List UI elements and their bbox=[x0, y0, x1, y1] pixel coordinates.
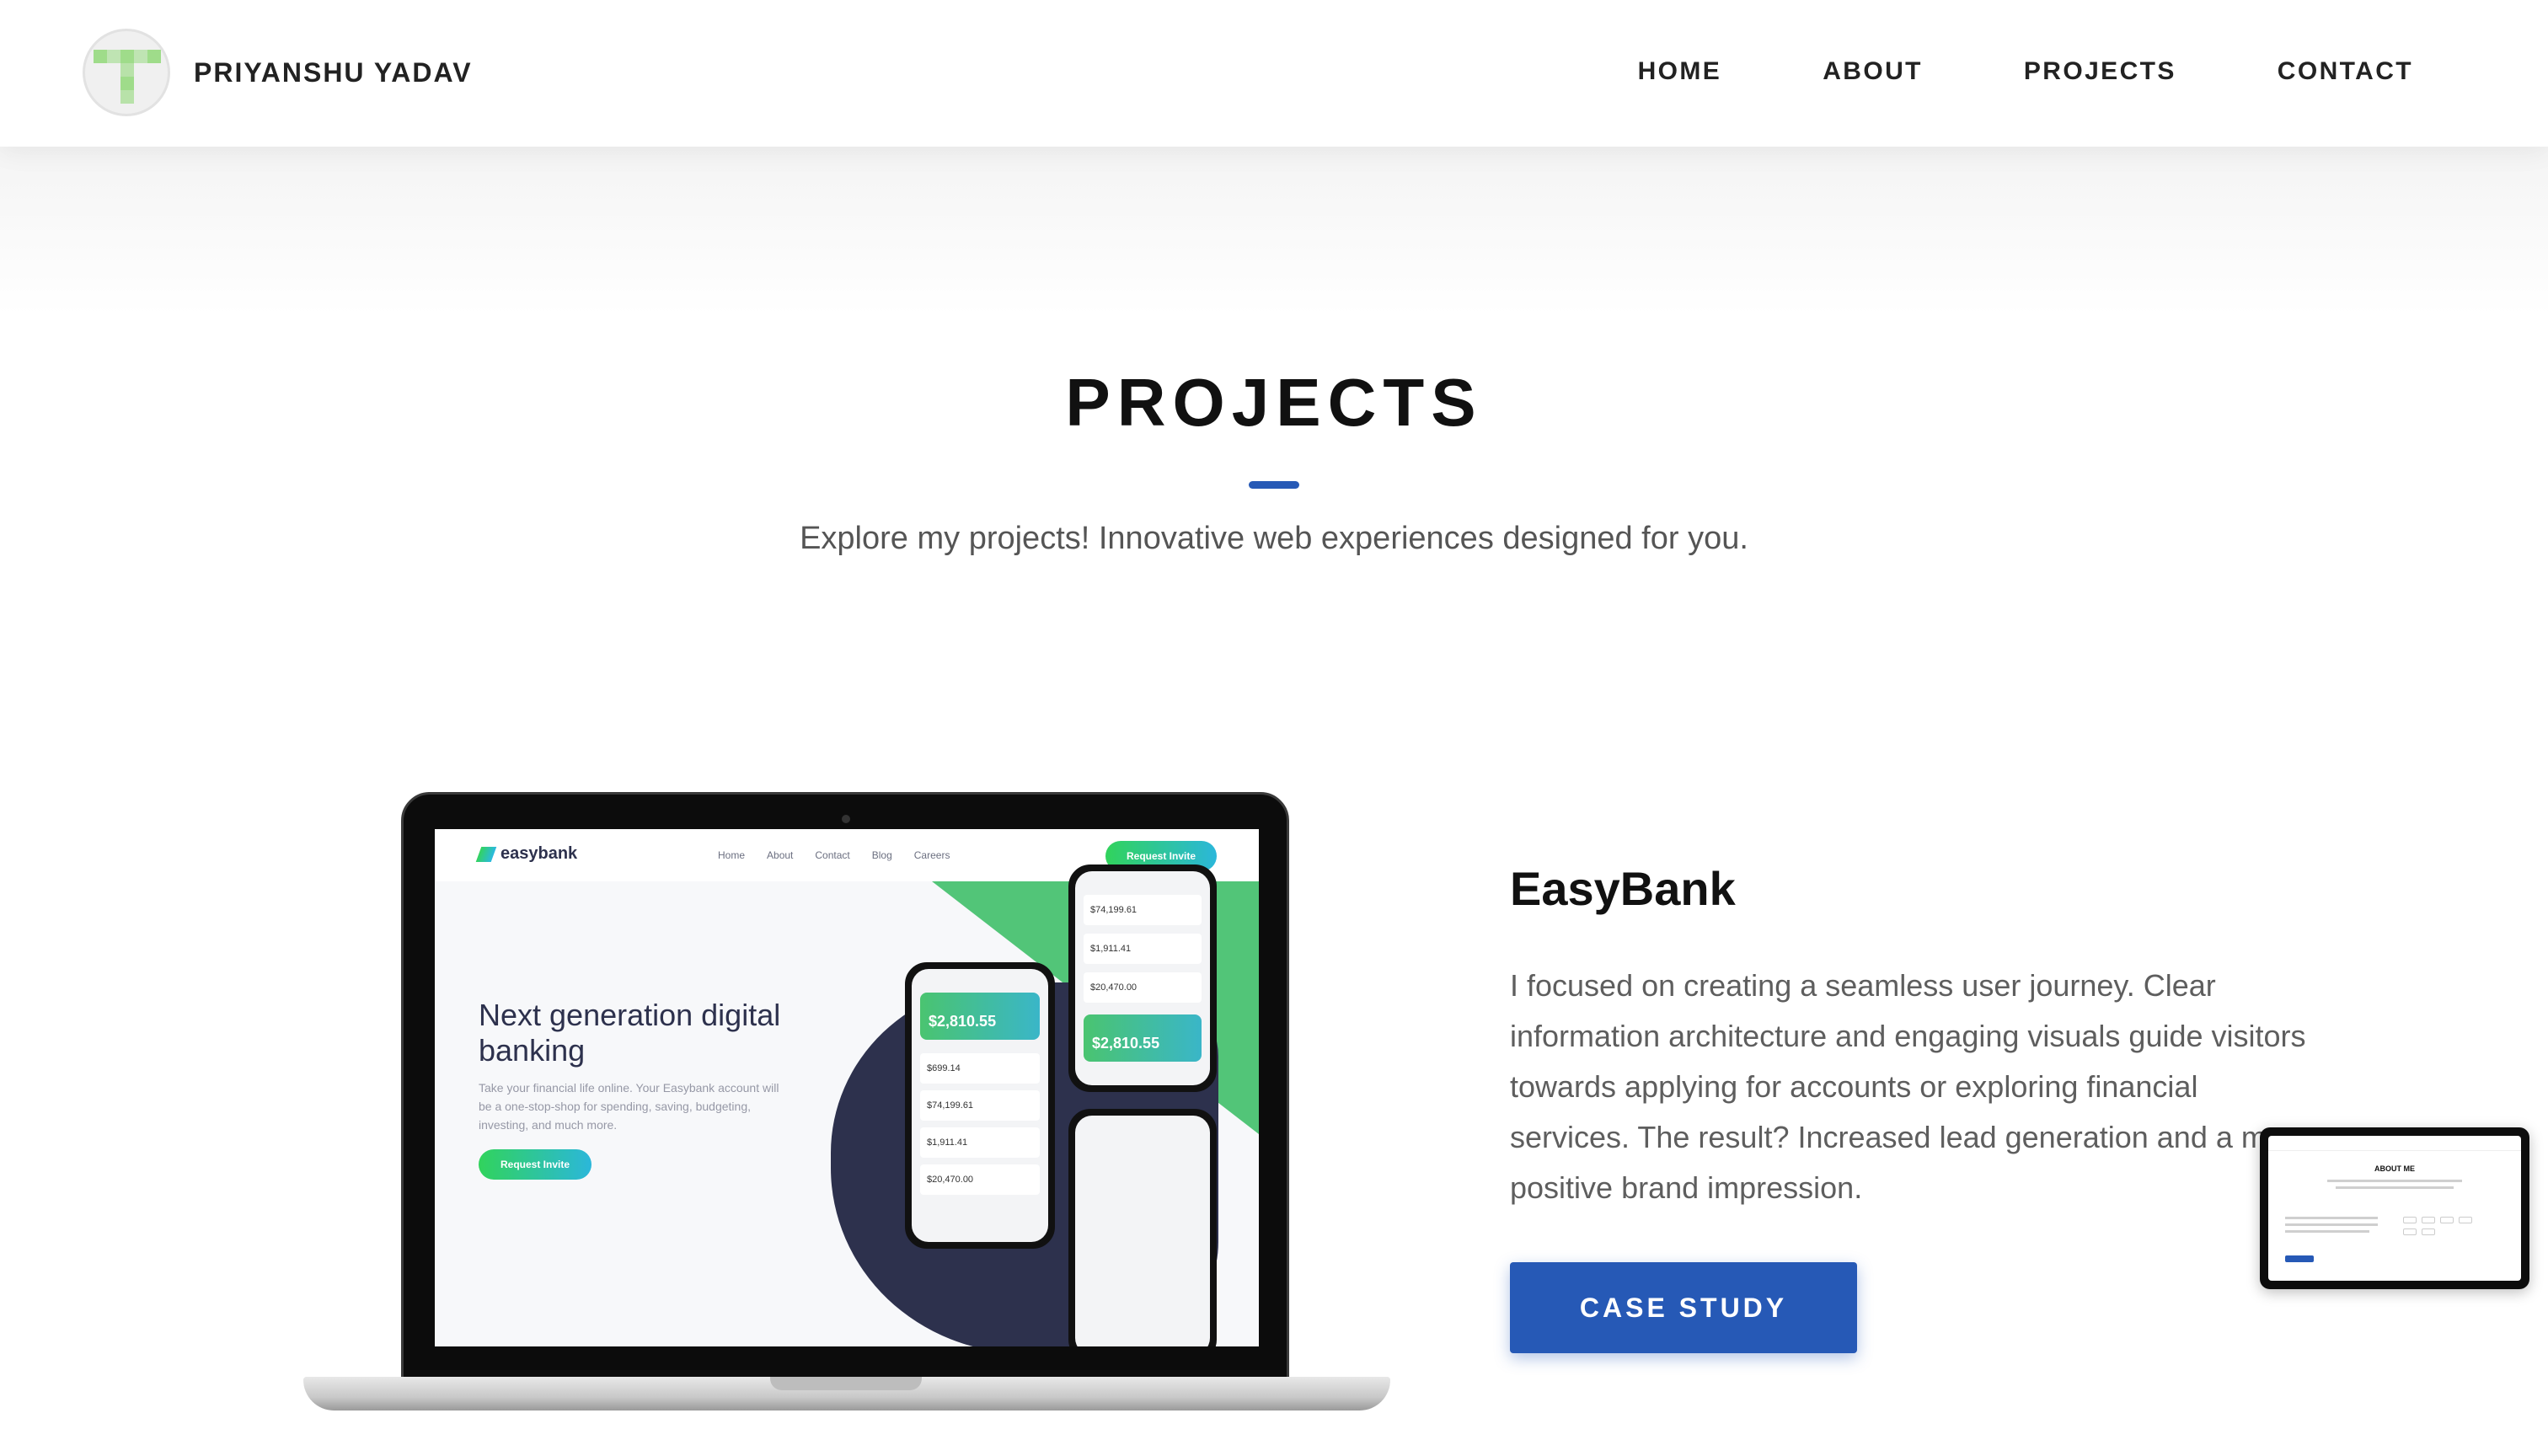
mock-links: Home About Contact Blog Careers bbox=[718, 849, 950, 861]
mock-illustration: $2,810.55 $699.14 $74,199.61 $1,911.41 $… bbox=[814, 864, 1259, 1346]
nav-home[interactable]: HOME bbox=[1638, 57, 1722, 86]
project-description: I focused on creating a seamless user jo… bbox=[1510, 968, 2310, 1205]
nav-projects[interactable]: PROJECTS bbox=[2024, 57, 2176, 86]
site-header: PRIYANSHU YADAV HOME ABOUT PROJECTS CONT… bbox=[0, 0, 2548, 147]
laptop-notch bbox=[770, 1377, 922, 1390]
phone-row: $20,470.00 bbox=[920, 1164, 1040, 1195]
phone-row: $20,470.00 bbox=[1084, 972, 1202, 1003]
mock-logo: easybank bbox=[475, 844, 578, 864]
floating-preview[interactable]: ABOUT ME bbox=[2260, 1127, 2529, 1289]
camera-icon bbox=[842, 815, 850, 823]
phone-2: $74,199.61 $1,911.41 $20,470.00 $2,810.5… bbox=[1068, 864, 1217, 1092]
section-subtitle: Explore my projects! Innovative web expe… bbox=[800, 521, 1748, 556]
header-fade bbox=[0, 147, 2548, 315]
laptop-screen: easybank Home About Contact Blog Careers… bbox=[435, 829, 1259, 1346]
mock-headline: Next generation digital banking bbox=[479, 998, 781, 1068]
phone-balance: $2,810.55 bbox=[920, 993, 1040, 1040]
phone-1: $2,810.55 $699.14 $74,199.61 $1,911.41 $… bbox=[905, 962, 1055, 1249]
nav-about[interactable]: ABOUT bbox=[1823, 57, 1923, 86]
preview-title: ABOUT ME bbox=[2374, 1164, 2415, 1173]
pixel-avatar-icon bbox=[83, 29, 170, 116]
phone-row: $699.14 bbox=[920, 1053, 1040, 1084]
mock-logo-text: easybank bbox=[500, 844, 578, 863]
mock-link: Home bbox=[718, 849, 746, 861]
phone-row: $74,199.61 bbox=[920, 1090, 1040, 1121]
brand[interactable]: PRIYANSHU YADAV bbox=[83, 29, 473, 116]
mock-link: Careers bbox=[913, 849, 950, 861]
easybank-logo-icon bbox=[475, 846, 497, 862]
nav-contact[interactable]: CONTACT bbox=[2278, 57, 2413, 86]
site-owner-name: PRIYANSHU YADAV bbox=[194, 56, 473, 88]
phone-row: $1,911.41 bbox=[1084, 934, 1202, 964]
mock-body: Take your financial life online. Your Ea… bbox=[479, 1081, 779, 1132]
mock-link: Contact bbox=[815, 849, 850, 861]
title-underline bbox=[1249, 481, 1299, 489]
phone-row: $1,911.41 bbox=[920, 1127, 1040, 1158]
laptop-mockup: easybank Home About Contact Blog Careers… bbox=[303, 792, 1390, 1416]
project-title: EasyBank bbox=[1510, 862, 1736, 915]
page: PRIYANSHU YADAV HOME ABOUT PROJECTS CONT… bbox=[0, 0, 2548, 1456]
case-study-button[interactable]: CASE STUDY bbox=[1510, 1262, 1857, 1353]
phone-3 bbox=[1068, 1109, 1217, 1346]
mock-link: About bbox=[767, 849, 794, 861]
mock-link: Blog bbox=[871, 849, 892, 861]
phone-balance: $2,810.55 bbox=[1084, 1014, 1202, 1062]
section-title: PROJECTS bbox=[1065, 365, 1483, 440]
mock-button: Request Invite bbox=[479, 1149, 592, 1180]
preview-screen: ABOUT ME bbox=[2268, 1136, 2521, 1281]
phone-row: $74,199.61 bbox=[1084, 895, 1202, 925]
main-nav: HOME ABOUT PROJECTS CONTACT bbox=[1638, 57, 2413, 86]
